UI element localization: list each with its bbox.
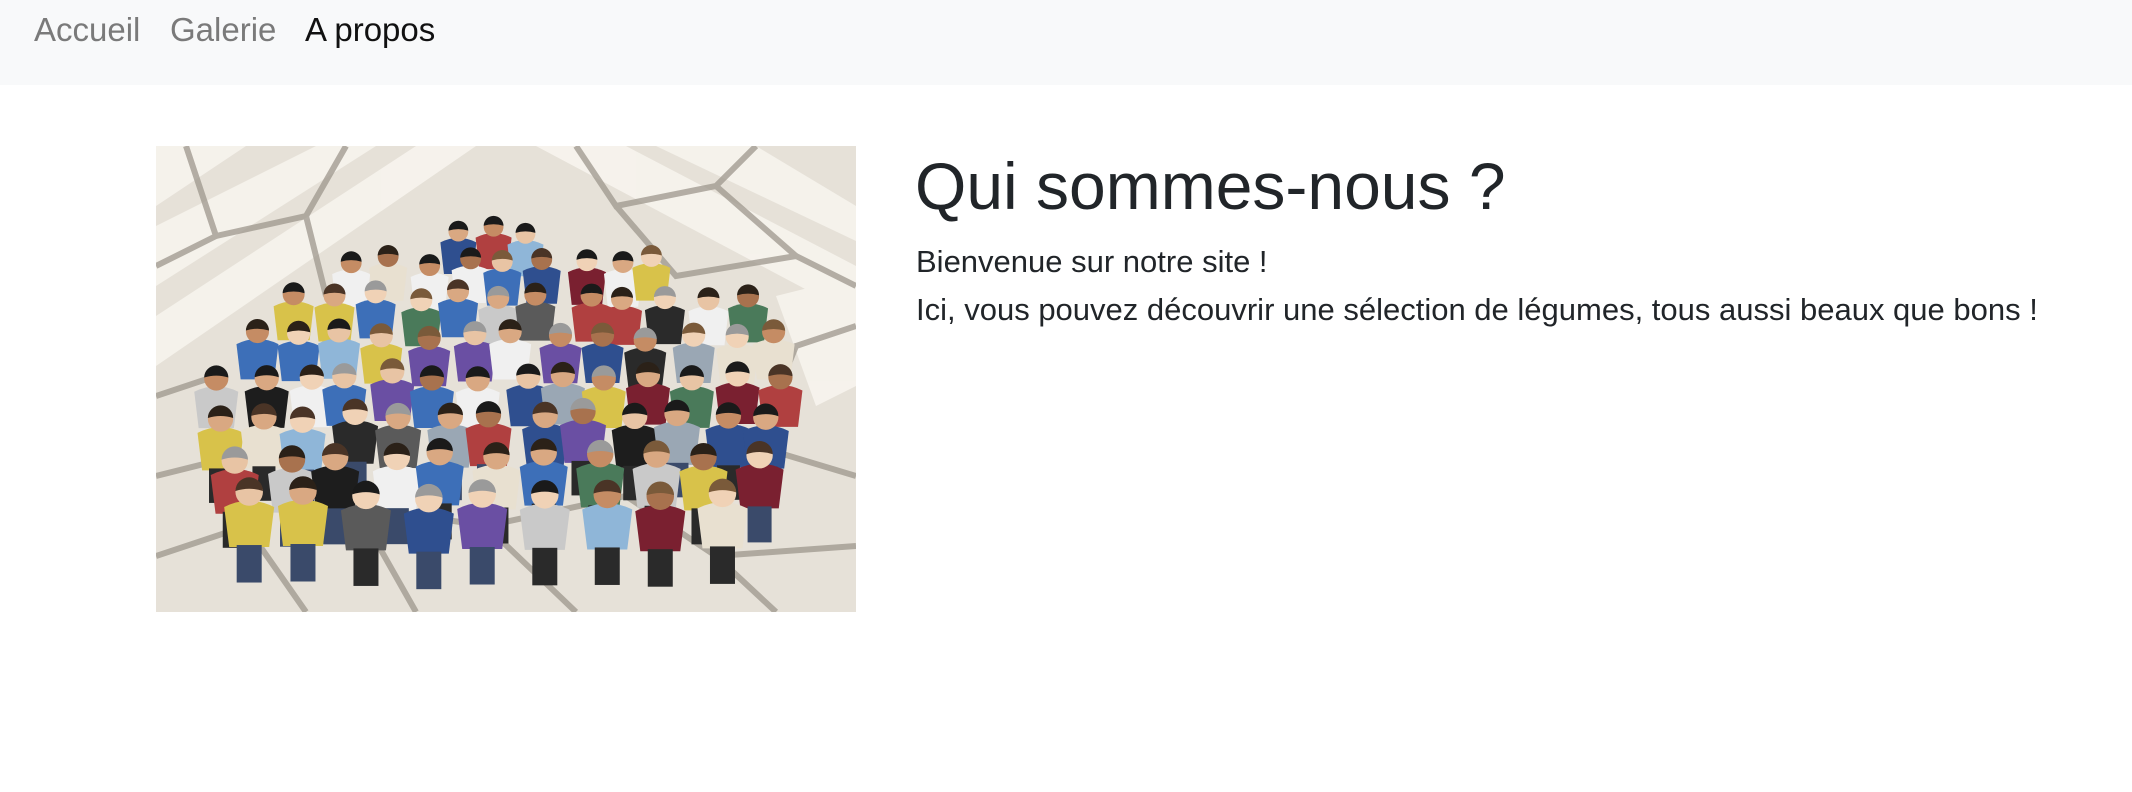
person-legs — [647, 549, 673, 587]
person-body — [635, 504, 686, 552]
person-legs — [353, 548, 379, 586]
person-legs — [236, 545, 262, 583]
person-legs — [416, 551, 442, 590]
person-legs — [532, 547, 558, 586]
group-photo — [156, 146, 856, 612]
person-body — [340, 504, 391, 551]
navbar: Accueil Galerie A propos — [0, 0, 2132, 85]
person-legs — [290, 544, 316, 582]
welcome-text: Bienvenue sur notre site ! — [916, 244, 1268, 279]
person-legs — [747, 506, 772, 543]
person-legs — [594, 547, 620, 585]
description-text: Ici, vous pouvez découvrir une sélection… — [916, 292, 2038, 327]
person-body — [403, 507, 454, 554]
person-legs — [469, 547, 495, 585]
nav-link-accueil[interactable]: Accueil — [34, 10, 140, 50]
person-body — [697, 502, 748, 549]
person-body — [372, 465, 421, 511]
person-body — [735, 463, 784, 509]
person-body — [457, 502, 508, 550]
person-legs — [709, 546, 735, 584]
person-body — [277, 499, 328, 547]
nav-link-a-propos[interactable]: A propos — [305, 10, 435, 50]
page-title: Qui sommes-nous ? — [915, 149, 1506, 223]
nav-link-galerie[interactable]: Galerie — [170, 10, 276, 50]
person-body — [582, 503, 633, 550]
person-body — [224, 500, 275, 548]
person-body — [519, 503, 570, 550]
